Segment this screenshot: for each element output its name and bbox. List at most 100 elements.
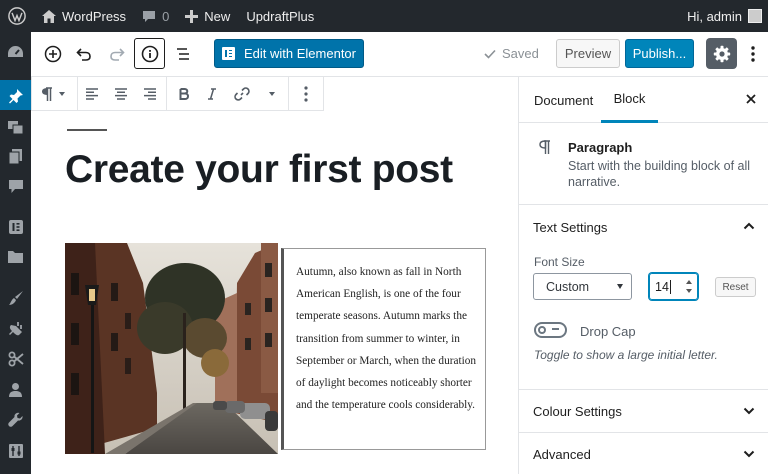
home-icon: [42, 9, 56, 23]
toggle-knob: [538, 326, 546, 334]
info-icon: [141, 45, 158, 62]
more-vertical-icon: [751, 46, 755, 62]
preview-button[interactable]: Preview: [556, 39, 620, 68]
preview-label: Preview: [564, 46, 612, 61]
more-menu-button[interactable]: [743, 39, 763, 69]
avatar: [748, 9, 762, 23]
new-content-link[interactable]: New: [177, 0, 238, 32]
separator-block[interactable]: [67, 129, 107, 131]
gear-icon: [713, 45, 730, 62]
advanced-toggle[interactable]: Advanced: [519, 433, 768, 476]
text-settings-toggle[interactable]: Text Settings: [519, 205, 768, 249]
colour-settings-toggle[interactable]: Colour Settings: [519, 390, 768, 433]
posts-pin-icon[interactable]: [6, 86, 25, 105]
align-center-icon: [115, 88, 127, 100]
elementor-menu-icon[interactable]: [6, 217, 25, 236]
close-sidebar-button[interactable]: [743, 91, 759, 107]
tools-wrench-icon[interactable]: [6, 410, 25, 429]
italic-button[interactable]: [200, 81, 224, 107]
link-button[interactable]: [230, 81, 254, 107]
settings-button[interactable]: [706, 38, 737, 69]
edit-with-elementor-button[interactable]: Edit with Elementor: [214, 39, 364, 68]
block-navigation-button[interactable]: [168, 39, 198, 69]
updraftplus-link[interactable]: UpdraftPlus: [238, 0, 322, 32]
toolbar-divider: [77, 77, 78, 110]
comments-count: 0: [162, 8, 170, 24]
block-card: Paragraph Start with the building block …: [519, 123, 768, 205]
text-settings-panel: Text Settings Font Size Custom 14 Reset …: [519, 205, 768, 390]
redo-button[interactable]: [102, 39, 132, 69]
editor-content: Create your first post Autumn, also know…: [31, 111, 518, 474]
tab-document[interactable]: Document: [534, 77, 593, 123]
users-icon[interactable]: [6, 380, 25, 399]
my-account-menu[interactable]: Hi, admin: [679, 0, 768, 32]
comments-menu-icon[interactable]: [6, 177, 25, 196]
greeting: Hi, admin: [687, 8, 742, 24]
more-formats-button[interactable]: [260, 81, 284, 107]
updraftplus-label: UpdraftPlus: [246, 8, 315, 24]
font-size-number-input[interactable]: 14: [649, 273, 698, 300]
users-scissors-icon[interactable]: [6, 349, 25, 368]
templates-folder-icon[interactable]: [6, 247, 25, 266]
admin-menu: [0, 32, 31, 474]
publish-button[interactable]: Publish...: [625, 39, 694, 68]
drop-cap-toggle[interactable]: [534, 322, 567, 338]
comments-link[interactable]: 0: [134, 0, 177, 32]
new-label: New: [204, 8, 231, 24]
block-name: Paragraph: [568, 140, 633, 155]
font-size-reset-button[interactable]: Reset: [715, 277, 756, 297]
edit-with-elementor-label: Edit with Elementor: [244, 46, 356, 61]
caret-down-icon: [59, 92, 65, 96]
italic-icon: [208, 88, 216, 100]
post-title[interactable]: Create your first post: [65, 148, 453, 192]
site-name: WordPress: [62, 8, 127, 24]
link-icon: [234, 87, 250, 101]
undo-button[interactable]: [69, 39, 99, 69]
text-cursor: [669, 279, 671, 294]
media-icon[interactable]: [6, 117, 25, 136]
site-name-link[interactable]: WordPress: [34, 0, 134, 32]
toolbar-divider: [166, 77, 167, 110]
align-right-icon: [144, 88, 156, 100]
sidebar-tabs: Document Block: [519, 77, 768, 123]
wp-logo-menu[interactable]: [0, 0, 34, 32]
settings-sliders-icon[interactable]: [6, 441, 25, 460]
font-size-select[interactable]: Custom: [533, 273, 632, 300]
check-icon: [484, 49, 496, 59]
select-arrow-icon: [617, 284, 623, 289]
elementor-icon: [222, 47, 235, 60]
block-switcher-button[interactable]: [36, 81, 70, 107]
add-block-button[interactable]: [38, 39, 68, 69]
admin-bar: WordPress 0 New UpdraftPlus Hi, admin: [0, 0, 768, 32]
content-info-button[interactable]: [134, 38, 165, 69]
block-more-options-button[interactable]: [294, 81, 318, 107]
close-icon: [746, 94, 756, 104]
pages-icon[interactable]: [6, 147, 25, 166]
post-image[interactable]: [65, 243, 278, 454]
align-left-button[interactable]: [80, 81, 104, 107]
tab-block[interactable]: Block: [601, 77, 658, 123]
wordpress-logo-icon: [8, 7, 26, 25]
advanced-title: Advanced: [533, 447, 591, 462]
spinner-arrows-icon[interactable]: [686, 279, 692, 294]
publish-label: Publish...: [632, 46, 687, 61]
colour-settings-title: Colour Settings: [533, 404, 622, 419]
plugins-icon[interactable]: [6, 319, 25, 338]
bold-icon: [179, 88, 189, 100]
align-right-button[interactable]: [138, 81, 162, 107]
redo-icon: [110, 48, 125, 61]
align-center-button[interactable]: [109, 81, 133, 107]
chevron-down-icon: [743, 450, 755, 458]
undo-icon: [76, 48, 91, 61]
paragraph-text[interactable]: Autumn, also known as fall in North Amer…: [284, 249, 485, 416]
block-toolbar: [31, 77, 324, 111]
block-description: Start with the building block of all nar…: [568, 159, 751, 189]
saved-label: Saved: [502, 46, 539, 61]
bold-button[interactable]: [172, 81, 196, 107]
chevron-up-icon: [743, 222, 755, 230]
dashboard-icon[interactable]: [6, 44, 25, 63]
appearance-brush-icon[interactable]: [6, 288, 25, 307]
drop-cap-label[interactable]: Drop Cap: [580, 324, 636, 339]
paragraph-block[interactable]: Autumn, also known as fall in North Amer…: [281, 248, 486, 450]
toggle-off-indicator: [552, 328, 559, 330]
